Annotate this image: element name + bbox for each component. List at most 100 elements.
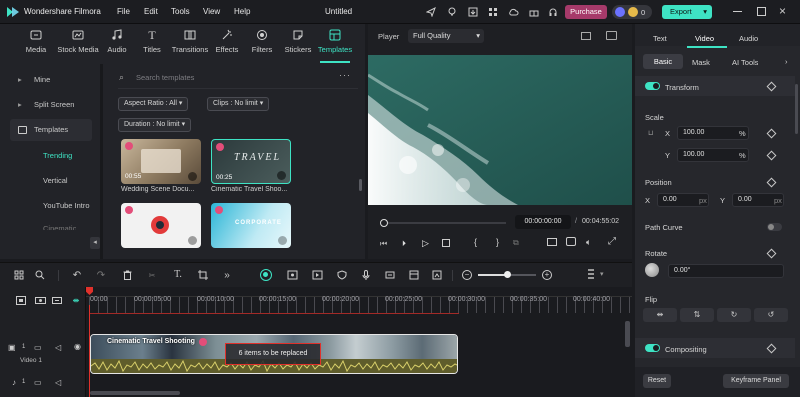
flip-horizontal-button[interactable]: ⇹ — [643, 308, 677, 322]
display-icon[interactable] — [547, 238, 557, 246]
download-icon[interactable] — [188, 172, 197, 181]
sidebar-item-split-screen[interactable]: ▸ Split Screen — [0, 94, 100, 116]
keyframe-icon[interactable] — [766, 248, 777, 259]
cloud-icon[interactable] — [506, 5, 520, 19]
stop-icon[interactable] — [442, 239, 450, 247]
subtab-ai-tools[interactable]: AI Tools — [732, 58, 758, 67]
template-card-travel[interactable]: TRAVEL 00:25 — [211, 139, 291, 184]
shield-icon[interactable] — [335, 268, 349, 282]
menu-file[interactable]: File — [117, 7, 130, 16]
render-preview-icon[interactable] — [310, 268, 324, 282]
text-tool-icon[interactable]: T. — [171, 267, 185, 281]
track-density-icon[interactable] — [588, 269, 594, 281]
export-button[interactable]: Export ▾ — [662, 5, 712, 19]
delete-icon[interactable] — [120, 268, 134, 282]
storyboard-icon[interactable] — [407, 268, 421, 282]
gift-icon[interactable] — [527, 5, 541, 19]
speaker-icon[interactable]: ◁ — [55, 343, 61, 352]
download-icon[interactable] — [188, 236, 197, 245]
scrollbar-thumb[interactable] — [359, 179, 362, 191]
more-tools-icon[interactable]: » — [220, 268, 234, 282]
flip-vertical-button[interactable]: ⇅ — [680, 308, 714, 322]
lock-icon[interactable]: ▭ — [34, 343, 42, 352]
chevron-right-icon[interactable]: › — [785, 57, 788, 66]
keyframe-icon[interactable] — [766, 128, 777, 139]
chevron-down-icon[interactable]: ▾ — [600, 270, 604, 278]
rotate-dial[interactable] — [645, 263, 659, 277]
zoom-in-icon[interactable]: + — [542, 270, 552, 280]
rotate-input[interactable]: 0.00° — [668, 264, 784, 278]
zoom-slider-handle[interactable] — [504, 271, 511, 278]
video-preview[interactable] — [368, 55, 632, 205]
template-card-wedding[interactable]: 00:55 — [121, 139, 201, 184]
send-icon[interactable] — [424, 5, 438, 19]
snapshot-icon[interactable] — [430, 268, 444, 282]
duration-filter[interactable]: Duration : No limit ▾ — [118, 118, 192, 132]
play-frame-icon[interactable]: ⏵ — [402, 239, 406, 249]
zoom-out-icon[interactable]: − — [462, 270, 472, 280]
previous-frame-icon[interactable]: ⏮ — [380, 239, 387, 249]
download-icon[interactable] — [466, 5, 480, 19]
tool-audio[interactable]: Audio — [97, 28, 137, 54]
tool-effects[interactable]: Effects — [207, 28, 247, 54]
timeline-vscrollbar[interactable] — [625, 321, 630, 347]
crop-icon[interactable] — [196, 268, 210, 282]
keyframe-icon[interactable] — [766, 150, 777, 161]
add-track-icon[interactable] — [14, 293, 28, 307]
grid-icon[interactable] — [486, 5, 500, 19]
template-card-corporate[interactable]: CORPORATE — [211, 203, 291, 248]
tab-text[interactable]: Text — [653, 34, 667, 43]
volume-icon[interactable]: 🔈︎ — [586, 237, 591, 248]
progress-track[interactable] — [388, 222, 506, 224]
sidebar-subitem-youtube-intro[interactable]: YouTube Intro — [43, 201, 90, 210]
tool-templates[interactable]: Templates — [315, 28, 355, 54]
tab-video[interactable]: Video — [695, 34, 714, 43]
tool-filters[interactable]: Filters — [242, 28, 282, 54]
auto-reframe-icon[interactable] — [285, 268, 299, 282]
more-options-icon[interactable]: ··· — [339, 70, 351, 80]
tool-transitions[interactable]: Transitions — [170, 28, 210, 54]
snap-icon[interactable]: ⇼ — [69, 293, 83, 307]
lock-icon[interactable]: ▭ — [34, 378, 42, 387]
credits-badge[interactable]: 0 — [612, 5, 652, 19]
speaker-icon[interactable]: ◁ — [55, 378, 61, 387]
subtab-mask[interactable]: Mask — [692, 58, 710, 67]
template-card-red-circle[interactable] — [121, 203, 201, 248]
link-track-icon[interactable] — [33, 293, 47, 307]
sidebar-item-mine[interactable]: ▸ Mine — [0, 69, 100, 91]
layout-grid-icon[interactable] — [12, 268, 26, 282]
minimize-icon[interactable] — [733, 11, 742, 12]
transform-toggle[interactable] — [645, 82, 660, 90]
purchase-button[interactable]: Purchase — [565, 5, 607, 19]
redo-icon[interactable]: ↷ — [94, 268, 108, 282]
eye-icon[interactable]: ◉ — [74, 342, 81, 351]
tool-stickers[interactable]: Stickers — [278, 28, 318, 54]
rotate-counterclockwise-button[interactable]: ↺ — [754, 308, 788, 322]
download-icon[interactable] — [278, 236, 287, 245]
lock-ratio-icon[interactable]: ⊔ — [648, 129, 653, 137]
path-curve-toggle[interactable] — [767, 223, 782, 231]
timeline-hscrollbar[interactable] — [90, 391, 180, 395]
download-icon[interactable] — [277, 171, 286, 180]
play-button-icon[interactable]: ▷ — [422, 238, 429, 249]
playhead-marker[interactable] — [86, 287, 93, 295]
headset-icon[interactable] — [546, 5, 560, 19]
menu-help[interactable]: Help — [234, 7, 250, 16]
audio-track-icon[interactable] — [50, 293, 64, 307]
close-icon[interactable]: × — [779, 4, 786, 18]
rotate-clockwise-button[interactable]: ↻ — [717, 308, 751, 322]
microphone-icon[interactable] — [359, 268, 373, 282]
magnet-select-icon[interactable] — [33, 268, 47, 282]
sidebar-subitem-vertical[interactable]: Vertical — [43, 176, 68, 185]
compositing-toggle[interactable] — [645, 344, 660, 352]
menu-tools[interactable]: Tools — [171, 7, 190, 16]
sidebar-item-templates[interactable]: Templates — [10, 119, 92, 141]
safe-zone-icon[interactable] — [581, 32, 591, 40]
menu-view[interactable]: View — [203, 7, 220, 16]
camera-snapshot-icon[interactable] — [566, 237, 576, 246]
tool-stock-media[interactable]: Stock Media — [56, 28, 100, 54]
maximize-icon[interactable] — [757, 7, 766, 16]
scrollbar-thumb[interactable] — [795, 84, 798, 134]
fullscreen-icon[interactable]: ⤢ — [608, 236, 616, 247]
collapse-sidebar-icon[interactable]: ◂ — [90, 237, 100, 249]
